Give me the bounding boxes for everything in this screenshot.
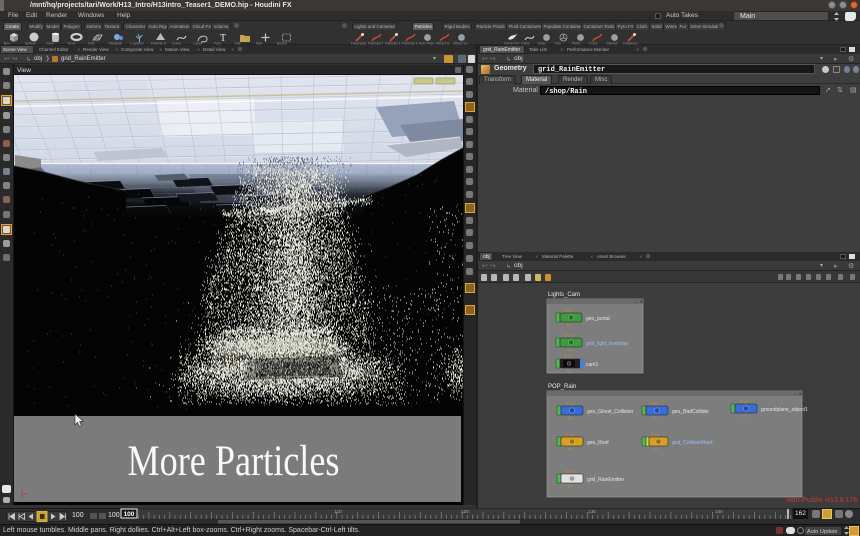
svg-text:props: props: [565, 334, 574, 338]
svg-text:120: 120: [461, 509, 469, 514]
svg-text:100: 100: [124, 511, 135, 518]
svg-text:grid_light_boxlamp: grid_light_boxlamp: [586, 341, 628, 347]
svg-text:POP_Rain: POP_Rain: [548, 384, 576, 390]
svg-text:out: out: [568, 416, 573, 420]
svg-text:geo_Ghost_Collision: geo_Ghost_Collision: [587, 409, 633, 415]
svg-text:props: props: [566, 402, 575, 406]
svg-text:grid_RainEmitter: grid_RainEmitter: [587, 477, 625, 483]
svg-text:110: 110: [334, 509, 342, 514]
svg-text:Lights_Cam: Lights_Cam: [548, 292, 580, 298]
svg-text:props: props: [740, 400, 749, 404]
svg-text:out: out: [742, 414, 747, 418]
svg-text:out: out: [653, 416, 658, 420]
svg-text:props: props: [565, 355, 574, 359]
svg-text:props: props: [566, 470, 575, 474]
svg-text:out: out: [567, 369, 572, 373]
svg-text:out: out: [653, 447, 658, 451]
svg-text:props: props: [651, 402, 660, 406]
svg-text:props: props: [565, 309, 574, 313]
svg-text:grid_CollisionRoof: grid_CollisionRoof: [672, 440, 713, 446]
svg-text:groundplane_object1: groundplane_object1: [761, 407, 808, 413]
svg-text:─ ✕: ─ ✕: [793, 392, 802, 397]
svg-text:geo_BadCollider: geo_BadCollider: [672, 409, 709, 415]
svg-text:out: out: [567, 323, 572, 327]
svg-text:─ ✕: ─ ✕: [634, 300, 643, 305]
svg-text:cam1: cam1: [586, 362, 598, 368]
svg-text:out: out: [568, 447, 573, 451]
svg-text:geo_portal: geo_portal: [586, 316, 610, 322]
svg-text:More Particles: More Particles: [128, 438, 340, 485]
svg-text:geo_Roof: geo_Roof: [587, 440, 609, 446]
svg-text:130: 130: [588, 509, 596, 514]
svg-text:out: out: [568, 484, 573, 488]
svg-text:out: out: [567, 348, 572, 352]
svg-text:140: 140: [715, 509, 723, 514]
svg-text:props: props: [566, 433, 575, 437]
svg-text:props: props: [651, 433, 660, 437]
